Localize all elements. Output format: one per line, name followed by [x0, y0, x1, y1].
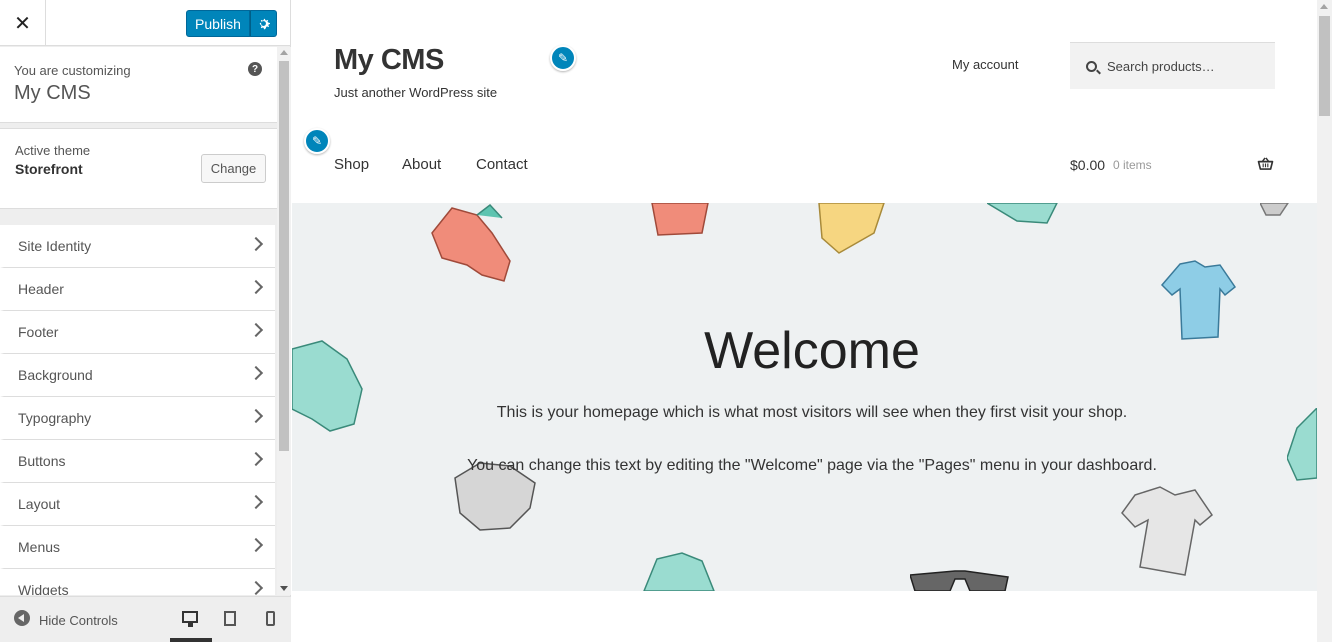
section-layout[interactable]: Layout: [0, 483, 275, 526]
preview-scroll-thumb[interactable]: [1319, 16, 1330, 116]
section-label: Typography: [18, 410, 92, 426]
customizer-sidebar: ✕ Publish You are customizing My CMS ? A…: [0, 0, 291, 642]
chevron-right-icon: [248, 408, 264, 424]
edit-menu-button[interactable]: ✎: [304, 128, 330, 154]
section-label: Buttons: [18, 453, 66, 469]
hoodie-illustration: [431, 203, 511, 282]
chevron-right-icon: [248, 322, 264, 338]
hero-title: Welcome: [704, 322, 920, 380]
customizing-info: You are customizing My CMS ?: [0, 47, 277, 123]
help-icon[interactable]: ?: [248, 62, 262, 76]
hide-arrow-icon[interactable]: [14, 610, 30, 626]
section-label: Layout: [18, 496, 61, 512]
mobile-icon[interactable]: [266, 611, 275, 626]
section-typography[interactable]: Typography: [0, 397, 275, 440]
section-site-identity[interactable]: Site Identity: [0, 225, 275, 268]
chevron-right-icon: [248, 494, 264, 510]
cart-total[interactable]: $0.00: [1070, 157, 1105, 173]
scroll-up-icon[interactable]: [280, 50, 288, 55]
basket-icon[interactable]: [1257, 157, 1274, 170]
tablet-icon[interactable]: [224, 611, 236, 626]
sidebar-scrollbar[interactable]: [277, 47, 291, 595]
section-menus[interactable]: Menus: [0, 526, 275, 569]
chevron-right-icon: [248, 537, 264, 553]
customizer-header: ✕ Publish: [0, 0, 290, 46]
chevron-right-icon: [248, 279, 264, 295]
scroll-down-icon[interactable]: [280, 586, 288, 591]
chevron-right-icon: [248, 580, 264, 595]
publish-settings-button[interactable]: [250, 10, 277, 37]
change-theme-button[interactable]: Change: [201, 154, 266, 183]
desktop-icon[interactable]: [182, 611, 198, 627]
section-buttons[interactable]: Buttons: [0, 440, 275, 483]
section-footer[interactable]: Footer: [0, 311, 275, 354]
product-search-input[interactable]: Search products…: [1070, 42, 1275, 89]
section-background[interactable]: Background: [0, 354, 275, 397]
section-label: Background: [18, 367, 93, 383]
customizing-label: You are customizing: [14, 63, 131, 78]
active-theme-panel: Active theme Storefront Change: [0, 128, 277, 209]
my-account-link[interactable]: My account: [952, 57, 1018, 72]
shirt-illustration: [651, 203, 709, 236]
pencil-icon: ✎: [557, 51, 569, 65]
site-title[interactable]: My CMS: [334, 44, 444, 77]
hide-controls-button[interactable]: Hide Controls: [39, 613, 118, 628]
close-customizer-button[interactable]: ✕: [0, 0, 46, 46]
search-placeholder: Search products…: [1107, 58, 1215, 74]
site-tagline: Just another WordPress site: [334, 85, 498, 100]
publish-button[interactable]: Publish: [186, 10, 250, 37]
section-widgets[interactable]: Widgets: [0, 569, 275, 595]
tshirt-illustration: [1121, 486, 1214, 576]
gear-icon: [259, 18, 270, 30]
cart-item-count[interactable]: 0 items: [1113, 158, 1152, 172]
nav-contact[interactable]: Contact: [476, 156, 528, 173]
hero-paragraph-1: This is your homepage which is what most…: [496, 404, 1128, 421]
close-icon: ✕: [14, 12, 31, 35]
section-label: Menus: [18, 539, 61, 555]
customizer-footer: Hide Controls: [0, 596, 291, 642]
scroll-thumb[interactable]: [279, 61, 289, 451]
pencil-icon: ✎: [311, 134, 323, 148]
customizing-site-name: My CMS: [14, 82, 91, 104]
site-preview: My CMS Just another WordPress site ✎ ✎ M…: [292, 0, 1317, 642]
top-illustration: [987, 203, 1058, 224]
nav-about[interactable]: About: [402, 156, 441, 173]
chevron-right-icon: [248, 451, 264, 467]
edit-site-identity-button[interactable]: ✎: [550, 45, 576, 71]
section-label: Footer: [18, 324, 59, 340]
hero-paragraph-2: You can change this text by editing the …: [467, 457, 1157, 474]
active-device-indicator: [170, 638, 212, 642]
section-label: Header: [18, 281, 64, 297]
green-shirt-illustration: [643, 552, 715, 591]
section-label: Site Identity: [18, 238, 92, 254]
sunglasses-illustration: [910, 570, 1009, 591]
chevron-right-icon: [248, 236, 264, 252]
preview-scrollbar[interactable]: [1317, 0, 1332, 642]
section-label: Widgets: [18, 582, 69, 595]
search-icon: [1086, 60, 1097, 72]
chevron-right-icon: [248, 365, 264, 381]
scroll-up-icon[interactable]: [1320, 4, 1328, 9]
welcome-hero: Welcome This is your homepage which is w…: [292, 203, 1317, 591]
item-illustration: [1260, 203, 1289, 216]
cap-illustration: [818, 203, 885, 254]
customizer-sections: Site Identity Header Footer Background Typog…: [0, 225, 277, 595]
customizer-panel-list: You are customizing My CMS ? Active them…: [0, 47, 277, 595]
nav-shop[interactable]: Shop: [334, 156, 369, 173]
section-header[interactable]: Header: [0, 268, 275, 311]
